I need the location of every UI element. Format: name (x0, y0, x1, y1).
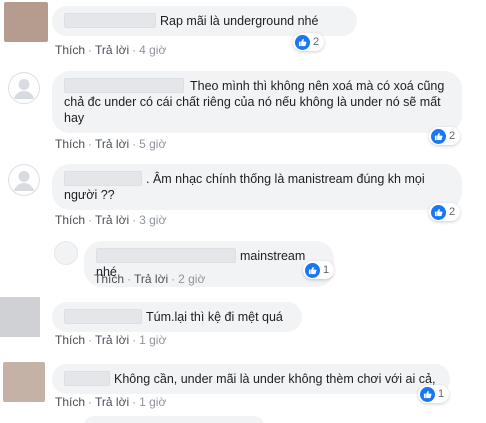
reply-link[interactable]: Trả lời (134, 272, 168, 286)
avatar[interactable] (8, 164, 40, 196)
like-icon (431, 204, 446, 220)
default-avatar-icon (8, 72, 40, 104)
default-avatar-icon (8, 164, 40, 196)
timestamp[interactable]: 5 giờ (139, 137, 166, 151)
comment-actions: Thích · Trả lời · 1 giờ (55, 395, 167, 409)
comment-text: . Âm nhạc chính thống là manistream đúng… (146, 172, 425, 186)
like-icon (295, 34, 310, 50)
reply-link[interactable]: Trả lời (95, 43, 129, 57)
avatar[interactable] (54, 241, 78, 265)
like-link[interactable]: Thích (55, 43, 85, 57)
comment-text: người ?? (64, 188, 115, 202)
timestamp[interactable]: 1 giờ (139, 395, 166, 409)
comment-bubble: Rap mãi là underground nhé (52, 6, 357, 36)
like-icon (420, 386, 435, 402)
reply-link[interactable]: Trả lời (95, 137, 129, 151)
like-link[interactable]: Thích (94, 272, 124, 286)
comment-bubble: Túm.lại thì kệ đi mệt quá (52, 302, 302, 332)
comment-actions: Thích · Trả lời · 5 giờ (55, 137, 167, 151)
reply-link[interactable]: Trả lời (95, 213, 129, 227)
like-icon (431, 128, 446, 144)
like-link[interactable]: Thích (55, 137, 85, 151)
author-name[interactable] (64, 78, 184, 93)
comment-bubble-partial (84, 416, 264, 423)
comment-actions: Thích · Trả lời · 4 giờ (55, 43, 167, 57)
reaction-count[interactable]: 2 (293, 33, 325, 51)
like-link[interactable]: Thích (55, 333, 85, 347)
author-name[interactable] (64, 13, 156, 28)
reaction-count[interactable]: 2 (429, 127, 461, 145)
avatar[interactable] (8, 72, 40, 104)
comment-text: chả đc under có cái chất riêng của nó nế… (64, 95, 441, 109)
reaction-count[interactable]: 1 (303, 261, 335, 279)
timestamp[interactable]: 1 giờ (139, 333, 166, 347)
reply-link[interactable]: Trả lời (95, 333, 129, 347)
author-name[interactable] (64, 371, 110, 386)
comment-bubble: Không cần, under mãi là under không thèm… (52, 364, 450, 394)
avatar[interactable] (4, 2, 48, 42)
comment-actions: Thích · Trả lời · 3 giờ (55, 213, 167, 227)
comment-actions: Thích · Trả lời · 2 giờ (94, 272, 206, 286)
timestamp[interactable]: 2 giờ (178, 272, 205, 286)
timestamp[interactable]: 4 giờ (139, 43, 166, 57)
avatar[interactable] (3, 362, 45, 402)
author-name[interactable] (64, 171, 142, 186)
like-link[interactable]: Thích (55, 395, 85, 409)
comment-bubble: Theo mình thì không nên xoá mà có xoá cũ… (52, 71, 462, 133)
comment-text: Rap mãi là underground nhé (160, 14, 319, 28)
comment-actions: Thích · Trả lời · 1 giờ (55, 333, 167, 347)
comment-text: hay (64, 111, 85, 125)
comment-bubble: . Âm nhạc chính thống là manistream đúng… (52, 164, 462, 210)
comment-text: Không cần, under mãi là under không thèm… (114, 372, 436, 386)
reaction-count[interactable]: 1 (418, 385, 450, 403)
author-name[interactable] (64, 309, 142, 324)
like-link[interactable]: Thích (55, 213, 85, 227)
comment-text: Theo mình thì không nên xoá mà có xoá cũ… (190, 79, 445, 93)
timestamp[interactable]: 3 giờ (139, 213, 166, 227)
reply-link[interactable]: Trả lời (95, 395, 129, 409)
like-icon (305, 262, 320, 278)
reaction-count[interactable]: 2 (429, 203, 461, 221)
author-name[interactable] (96, 248, 236, 263)
avatar[interactable] (0, 297, 40, 337)
comment-text: Túm.lại thì kệ đi mệt quá (146, 310, 283, 324)
